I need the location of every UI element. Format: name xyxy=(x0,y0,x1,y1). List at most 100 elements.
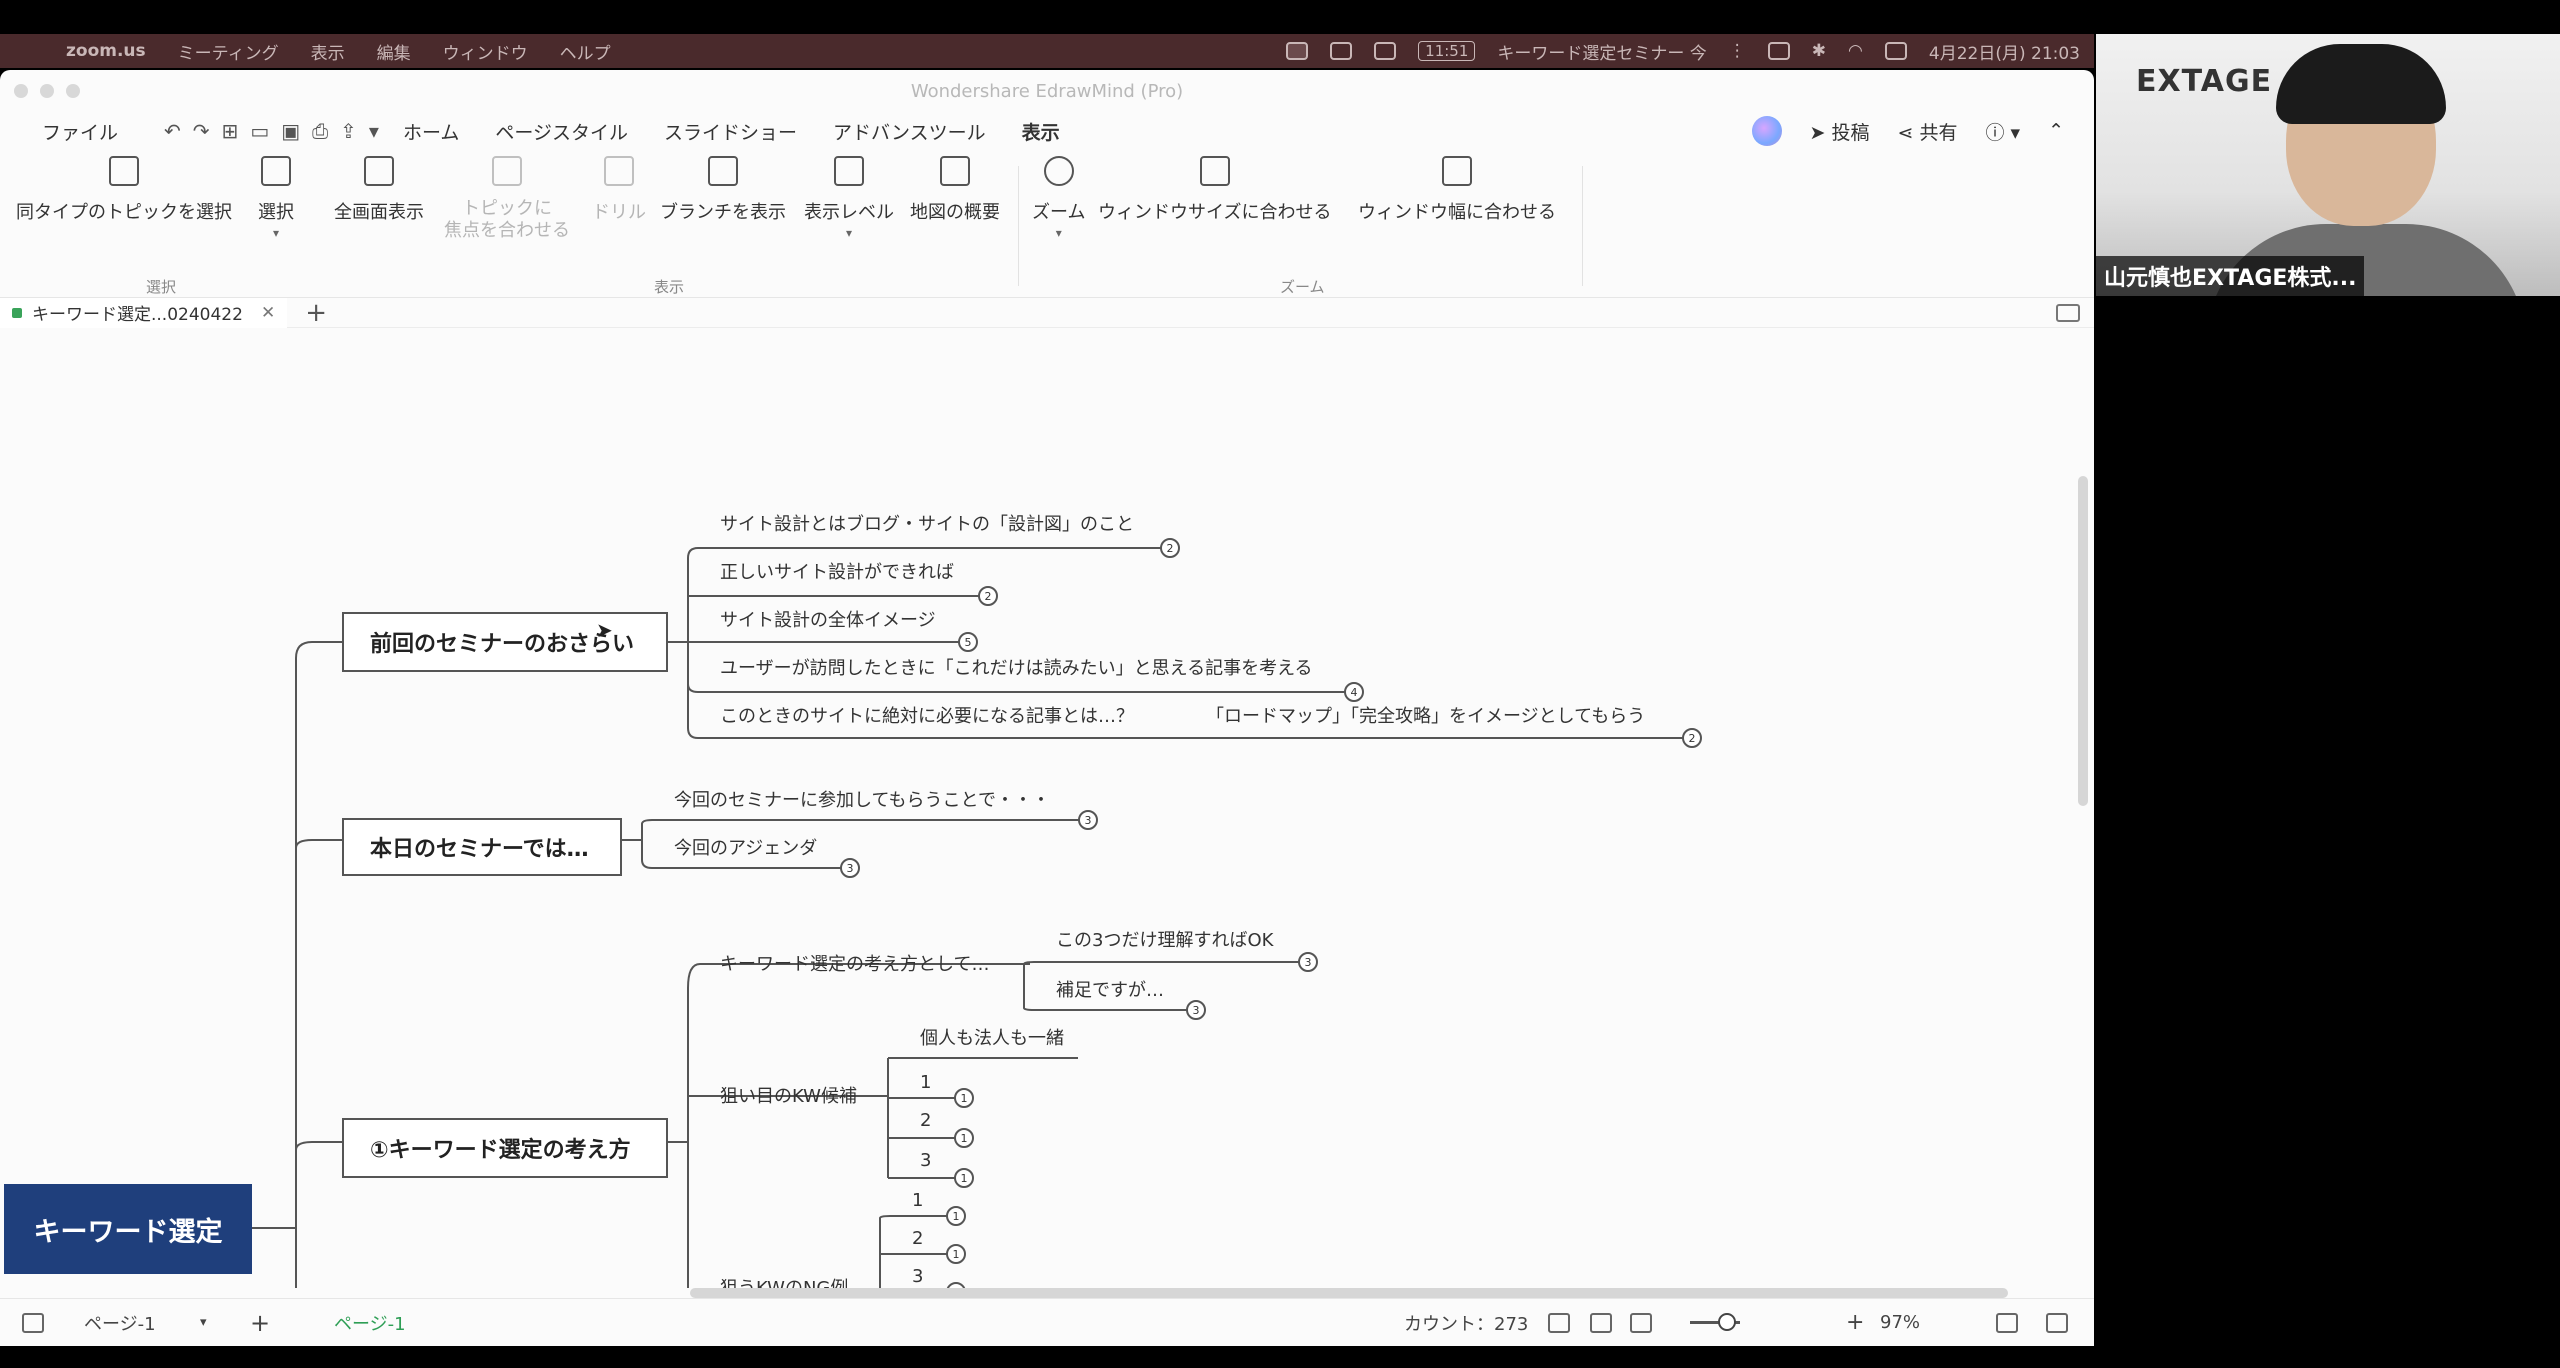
focus-topic-button[interactable]: トピックに 焦点を合わせる xyxy=(444,156,570,242)
close-tab-icon[interactable]: ✕ xyxy=(261,303,275,323)
subtopic-1-4[interactable]: ユーザーが訪問したときに「これだけは読みたい」と思える記事を考える xyxy=(720,654,1313,680)
collapse-count-badge[interactable]: 1 xyxy=(946,1244,966,1264)
add-tab-button[interactable]: + xyxy=(305,298,327,328)
subtopic-3-2-1[interactable]: 1 xyxy=(920,1072,931,1093)
subtopic-3-2-0[interactable]: 個人も法人も一緒 xyxy=(920,1024,1064,1050)
drill-button[interactable]: ドリル xyxy=(592,156,646,224)
subtopic-3-1[interactable]: キーワード選定の考え方として… xyxy=(720,950,989,976)
subtopic-1-5[interactable]: このときのサイトに絶対に必要になる記事とは…？ xyxy=(720,702,1134,728)
zoom-window-button[interactable] xyxy=(66,84,80,98)
collapse-count-badge[interactable]: 4 xyxy=(1344,682,1364,702)
presentation-icon[interactable] xyxy=(2046,1313,2068,1333)
menubar-item-view[interactable]: 表示 xyxy=(311,39,345,64)
map-overview-button[interactable]: 地図の概要 xyxy=(910,156,1000,224)
notification-icon[interactable] xyxy=(1330,42,1353,60)
menu-slideshow[interactable]: スライドショー xyxy=(664,118,797,145)
close-window-button[interactable] xyxy=(14,84,28,98)
wifi-icon[interactable]: ◠ xyxy=(1848,41,1863,61)
subtopic-1-3[interactable]: サイト設計の全体イメージ xyxy=(720,606,936,632)
page-select[interactable]: ページ-1 xyxy=(84,1310,156,1336)
horizontal-scrollbar[interactable] xyxy=(690,1288,2008,1298)
customize-icon[interactable]: ▾ xyxy=(369,119,379,143)
add-page-button[interactable]: + xyxy=(250,1309,270,1337)
collapse-count-badge[interactable]: 3 xyxy=(1298,952,1318,972)
subtopic-1-1[interactable]: サイト設計とはブログ・サイトの「設計図」のこと xyxy=(720,510,1134,536)
bluetooth-icon[interactable]: ✱ xyxy=(1812,41,1826,61)
screen-share-icon[interactable] xyxy=(1286,42,1309,60)
topic-previous-review[interactable]: 前回のセミナーのおさらい xyxy=(342,612,668,672)
collapse-count-badge[interactable]: 1 xyxy=(954,1128,974,1148)
chevron-down-icon[interactable]: ▾ xyxy=(200,1315,207,1330)
save-icon[interactable]: ▣ xyxy=(281,119,300,143)
help-icon[interactable]: ⓘ ▾ xyxy=(1986,118,2021,145)
menu-file[interactable]: ファイル xyxy=(42,118,118,145)
subtopic-3-2-2[interactable]: 2 xyxy=(920,1110,931,1131)
zoom-button[interactable]: ズーム ▾ xyxy=(1032,156,1085,240)
select-button[interactable]: 選択 ▾ xyxy=(258,156,294,240)
page-tab-active[interactable]: ページ-1 xyxy=(334,1310,406,1336)
topic-keyword-approach[interactable]: ①キーワード選定の考え方 xyxy=(342,1118,668,1178)
fit-screen-icon[interactable] xyxy=(1630,1313,1652,1333)
fullscreen-icon[interactable] xyxy=(1996,1313,2018,1333)
print-icon[interactable]: ⎙ xyxy=(312,119,328,143)
fit-width-button[interactable]: ウィンドウ幅に合わせる xyxy=(1358,156,1556,224)
undo-icon[interactable]: ↶ xyxy=(164,119,181,143)
collapse-count-badge[interactable]: 5 xyxy=(958,632,978,652)
subtopic-1-2[interactable]: 正しいサイト設計ができれば xyxy=(720,558,954,584)
menu-advanced-tools[interactable]: アドバンスツール xyxy=(833,118,986,145)
menu-home[interactable]: ホーム xyxy=(403,118,459,145)
zoom-slider-handle[interactable] xyxy=(1718,1313,1736,1331)
fit-window-button[interactable]: ウィンドウサイズに合わせる xyxy=(1098,156,1331,224)
ai-avatar-icon[interactable] xyxy=(1751,116,1782,146)
mindmap-canvas[interactable]: キーワード選定 前回のセミナーのおさらい サイト設計とはブログ・サイトの「設計図… xyxy=(0,328,2094,1288)
outline-view-icon[interactable] xyxy=(1590,1313,1612,1333)
open-folder-icon[interactable]: ▭ xyxy=(250,119,269,143)
control-center-icon[interactable] xyxy=(1884,42,1907,60)
subtopic-3-3[interactable]: 狙うKWのNG例 xyxy=(720,1274,848,1288)
menubar-item-window[interactable]: ウィンドウ xyxy=(443,39,528,64)
zoom-in-icon[interactable]: + xyxy=(1846,1310,1864,1335)
collapse-count-badge[interactable]: 1 xyxy=(954,1168,974,1188)
collapse-ribbon-icon[interactable]: ⌃ xyxy=(2048,120,2064,142)
select-same-type-button[interactable]: 同タイプのトピックを選択 xyxy=(16,156,232,224)
menu-page-style[interactable]: ページスタイル xyxy=(495,118,628,145)
more-icon[interactable]: ⋮ xyxy=(1729,41,1746,61)
page-panel-icon[interactable] xyxy=(22,1313,44,1333)
subtopic-3-2[interactable]: 狙い目のKW候補 xyxy=(720,1082,857,1108)
minimize-window-button[interactable] xyxy=(40,84,54,98)
document-tab[interactable]: キーワード選定...0240422 ✕ xyxy=(0,297,288,328)
collapse-count-badge[interactable]: 3 xyxy=(1078,810,1098,830)
show-branch-button[interactable]: ブランチを表示 xyxy=(660,156,786,224)
redo-icon[interactable]: ↷ xyxy=(193,119,210,143)
share-button[interactable]: ⋖ 共有 xyxy=(1898,118,1958,145)
collapse-count-badge[interactable]: 2 xyxy=(1160,538,1180,558)
collapse-count-badge[interactable]: 2 xyxy=(1682,728,1702,748)
topic-today-seminar[interactable]: 本日のセミナーでは… xyxy=(342,818,622,876)
collapse-count-badge[interactable]: 1 xyxy=(954,1088,974,1108)
subtopic-3-3-1[interactable]: 1 xyxy=(912,1190,923,1211)
zoom-level[interactable]: 97% xyxy=(1880,1312,1920,1333)
collapse-count-badge[interactable]: 3 xyxy=(840,858,860,878)
subtopic-3-2-3[interactable]: 3 xyxy=(920,1150,931,1171)
menubar-app[interactable]: zoom.us xyxy=(66,41,146,61)
root-topic[interactable]: キーワード選定 xyxy=(4,1184,252,1274)
vertical-scrollbar[interactable] xyxy=(2078,476,2088,806)
collapse-count-badge[interactable]: 2 xyxy=(978,586,998,606)
post-button[interactable]: ➤ 投稿 xyxy=(1810,118,1870,145)
side-panel-toggle-icon[interactable] xyxy=(2056,304,2080,322)
display-level-button[interactable]: 表示レベル ▾ xyxy=(804,156,894,240)
new-file-icon[interactable]: ⊞ xyxy=(222,119,239,143)
menubar-item-help[interactable]: ヘルプ xyxy=(560,39,611,64)
subtopic-3-3-3[interactable]: 3 xyxy=(912,1266,923,1287)
collapse-count-badge[interactable]: 3 xyxy=(1186,1000,1206,1020)
subtopic-3-1-1[interactable]: この3つだけ理解すればOK xyxy=(1056,926,1273,952)
subtopic-2-2[interactable]: 今回のアジェンダ xyxy=(674,834,817,860)
menu-view[interactable]: 表示 xyxy=(1022,118,1060,145)
menubar-item-edit[interactable]: 編集 xyxy=(377,39,411,64)
collapse-count-badge[interactable]: 1 xyxy=(946,1206,966,1226)
subtopic-1-5-note[interactable]: 「ロードマップ」「完全攻略」をイメージとしてもらう xyxy=(1206,702,1645,728)
fullscreen-button[interactable]: 全画面表示 xyxy=(334,156,424,224)
subtopic-2-1[interactable]: 今回のセミナーに参加してもらうことで・・・ xyxy=(674,786,1050,812)
subtopic-3-1-2[interactable]: 補足ですが… xyxy=(1056,976,1164,1002)
layout-view-icon[interactable] xyxy=(1548,1313,1570,1333)
